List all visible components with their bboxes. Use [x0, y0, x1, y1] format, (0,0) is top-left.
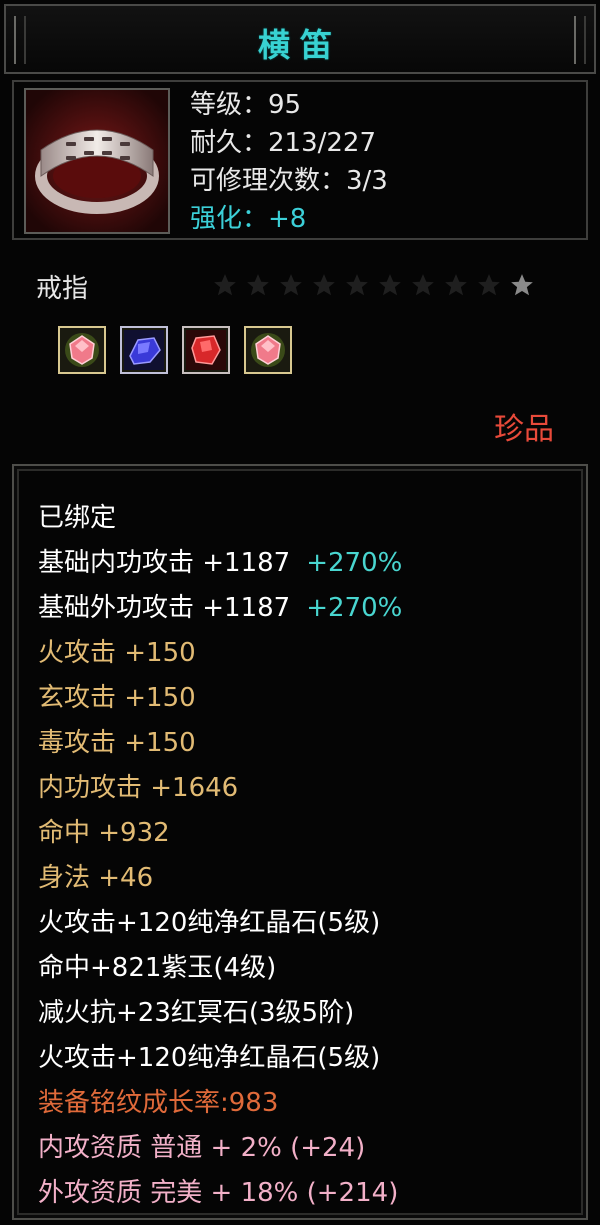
repair-count-stat: 可修理次数：3/3: [190, 166, 388, 196]
enhance-stat: 强化：+8: [190, 204, 307, 234]
attribute-text: 已绑定: [38, 503, 117, 533]
attribute-line: 内功攻击 +1646: [38, 766, 402, 811]
attribute-text: 基础外功攻击 +1187: [38, 593, 291, 623]
red-gem-icon[interactable]: [182, 326, 230, 374]
pink-gem-icon[interactable]: [244, 326, 292, 374]
star-icon: [445, 274, 467, 296]
attribute-line: 身法 +46: [38, 856, 402, 901]
attribute-line: 命中+821紫玉(4级): [38, 946, 402, 991]
item-tooltip: 横笛 等级：95 耐久：213/227 可修理次数：3/3 强化：+8 戒指 珍…: [0, 0, 600, 1225]
attribute-text: 装备铭纹成长率:983: [38, 1088, 279, 1118]
attribute-line: 减火抗+23红冥石(3级5阶): [38, 991, 402, 1036]
attribute-text: 火攻击 +150: [38, 638, 196, 668]
rarity-label: 珍品: [494, 412, 554, 447]
pink-gem-icon[interactable]: [58, 326, 106, 374]
attribute-text: 毒攻击 +150: [38, 728, 196, 758]
attribute-line: 火攻击+120纯净红晶石(5级): [38, 901, 402, 946]
level-stat: 等级：95: [190, 90, 302, 120]
attribute-line: 基础外功攻击 +1187 +270%: [38, 586, 402, 631]
attribute-text: 玄攻击 +150: [38, 683, 196, 713]
attribute-text: 命中+821紫玉(4级): [38, 953, 277, 983]
attribute-text: 火攻击+120纯净红晶石(5级): [38, 1043, 381, 1073]
star-icon: [412, 274, 434, 296]
star-icon: [280, 274, 302, 296]
attribute-line: 外攻资质 完美 + 18% (+214): [38, 1171, 402, 1216]
item-name: 横笛: [257, 26, 342, 64]
attribute-line: 已绑定: [38, 496, 402, 541]
star-icon: [214, 274, 236, 296]
star-icon: [247, 274, 269, 296]
star-icon: [478, 274, 500, 296]
star-icon: [379, 274, 401, 296]
attribute-line: 火攻击 +150: [38, 631, 402, 676]
attribute-text: 内攻资质 普通 + 2% (+24): [38, 1133, 366, 1163]
attribute-list: 已绑定基础内功攻击 +1187 +270% 基础外功攻击 +1187 +270% 火攻击…: [38, 496, 402, 1216]
attribute-text: 外攻资质 完美 + 18% (+214): [38, 1178, 399, 1208]
item-stats: 等级：95 耐久：213/227 可修理次数：3/3 强化：+8: [190, 86, 388, 238]
attribute-text: 命中 +932: [38, 818, 170, 848]
attribute-line: 基础内功攻击 +1187 +270%: [38, 541, 402, 586]
title-bar: 横笛: [4, 4, 596, 74]
durability-stat: 耐久：213/227: [190, 128, 377, 158]
attribute-line: 内攻资质 普通 + 2% (+24): [38, 1126, 402, 1171]
ring-icon: [24, 88, 170, 234]
attribute-line: 毒攻击 +150: [38, 721, 402, 766]
attributes-panel: 已绑定基础内功攻击 +1187 +270% 基础外功攻击 +1187 +270% 火攻击…: [12, 464, 588, 1220]
star-icon: [511, 274, 533, 296]
attribute-line: 装备铭纹成长率:983: [38, 1081, 402, 1126]
attribute-text: 身法 +46: [38, 863, 154, 893]
star-rating: [212, 268, 542, 302]
attribute-percent: +270%: [306, 548, 403, 578]
star-icon: [313, 274, 335, 296]
item-type-label: 戒指: [36, 274, 89, 304]
attribute-text: 火攻击+120纯净红晶石(5级): [38, 908, 381, 938]
star-icon: [346, 274, 368, 296]
attribute-text: 内功攻击 +1646: [38, 773, 239, 803]
attribute-line: 玄攻击 +150: [38, 676, 402, 721]
item-header: 等级：95 耐久：213/227 可修理次数：3/3 强化：+8: [12, 80, 588, 240]
attribute-line: 火攻击+120纯净红晶石(5级): [38, 1036, 402, 1081]
attribute-line: 命中 +932: [38, 811, 402, 856]
gem-sockets: [58, 326, 306, 374]
attribute-text: 减火抗+23红冥石(3级5阶): [38, 998, 355, 1028]
blue-gem-icon[interactable]: [120, 326, 168, 374]
attribute-text: 基础内功攻击 +1187: [38, 548, 291, 578]
attribute-percent: +270%: [306, 593, 403, 623]
